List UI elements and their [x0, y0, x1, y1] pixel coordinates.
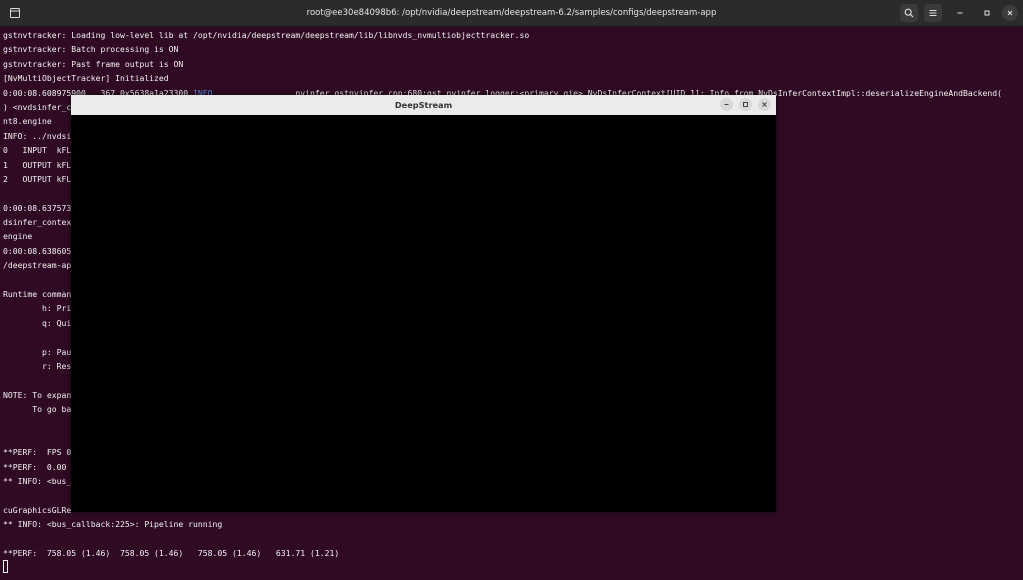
terminal-line-text: 2 OUTPUT kFL: [3, 173, 72, 184]
search-icon: [904, 8, 914, 18]
terminal-line-text: NOTE: To expan: [3, 389, 72, 400]
maximize-button[interactable]: [978, 4, 996, 22]
search-button[interactable]: [900, 4, 918, 22]
terminal-line-text: **PERF: FPS 0: [3, 447, 72, 458]
deepstream-close-button[interactable]: [758, 98, 771, 111]
terminal-line-text: ** INFO: <bus_callback:225>: Pipeline ru…: [3, 519, 223, 530]
terminal-line-text: nt8.engine: [3, 116, 52, 127]
terminal-line-text: [NvMultiObjectTracker] Initialized: [3, 73, 169, 84]
terminal-line-text: INFO: ../nvdsi: [3, 130, 72, 141]
deepstream-window[interactable]: DeepStream: [71, 95, 776, 512]
terminal-line: [NvMultiObjectTracker] Initialized: [3, 71, 1021, 85]
terminal-line-text: To go ba: [3, 404, 72, 415]
terminal-line-text: **PERF: 758.05 (1.46) 758.05 (1.46) 758.…: [3, 548, 340, 559]
close-icon: [762, 102, 767, 107]
terminal-line-text: 1 OUTPUT kFL: [3, 159, 72, 170]
terminal-line-text: engine: [3, 231, 33, 242]
minimize-button[interactable]: [951, 4, 969, 22]
minimize-icon: [957, 12, 963, 14]
text-cursor: [3, 560, 8, 574]
close-button[interactable]: [1002, 5, 1018, 21]
video-display: [71, 115, 776, 512]
terminal-line-text: q: Qui: [3, 317, 72, 328]
terminal-line: ** INFO: <bus_callback:225>: Pipeline ru…: [3, 517, 1021, 531]
terminal-line-text: cuGraphicsGLRe: [3, 504, 72, 515]
terminal-line-text: r: Res: [3, 360, 72, 371]
terminal-line: **PERF: 758.05 (1.46) 758.05 (1.46) 758.…: [3, 546, 1021, 560]
terminal-line-text: Runtime comman: [3, 289, 72, 300]
terminal-line-text: gstnvtracker: Batch processing is ON: [3, 44, 179, 55]
terminal-line-text: ** INFO: <bus_: [3, 476, 72, 487]
close-icon: [1007, 10, 1013, 16]
deepstream-minimize-button[interactable]: [720, 98, 733, 111]
terminal-line: gstnvtracker: Batch processing is ON: [3, 42, 1021, 56]
terminal-line-text: h: Pri: [3, 303, 72, 314]
terminal-line-text: /deepstream-ap: [3, 260, 72, 271]
terminal-line-text: gstnvtracker: Loading low-level lib at /…: [3, 30, 530, 40]
minimize-icon: [724, 104, 729, 105]
deepstream-titlebar[interactable]: DeepStream: [71, 95, 776, 116]
terminal-line: gstnvtracker: Past frame output is ON: [3, 57, 1021, 71]
terminal-line-text: 0 INPUT kFL: [3, 145, 72, 156]
maximize-icon: [984, 10, 990, 16]
terminal-line: gstnvtracker: Loading low-level lib at /…: [3, 28, 1021, 42]
hamburger-menu-icon: [929, 10, 937, 16]
deepstream-maximize-button[interactable]: [739, 98, 752, 111]
deepstream-window-title: DeepStream: [394, 100, 453, 110]
terminal-line-text: p: Pau: [3, 346, 72, 357]
maximize-icon: [743, 102, 748, 107]
terminal-title: root@ee30e84098b6: /opt/nvidia/deepstrea…: [306, 8, 717, 18]
terminal-line-text: gstnvtracker: Past frame output is ON: [3, 58, 184, 69]
menu-button[interactable]: [924, 4, 942, 22]
prompt-line: [3, 560, 1021, 574]
terminal-line-text: **PERF: 0.00: [3, 461, 72, 472]
terminal-titlebar: root@ee30e84098b6: /opt/nvidia/deepstrea…: [0, 0, 1023, 27]
